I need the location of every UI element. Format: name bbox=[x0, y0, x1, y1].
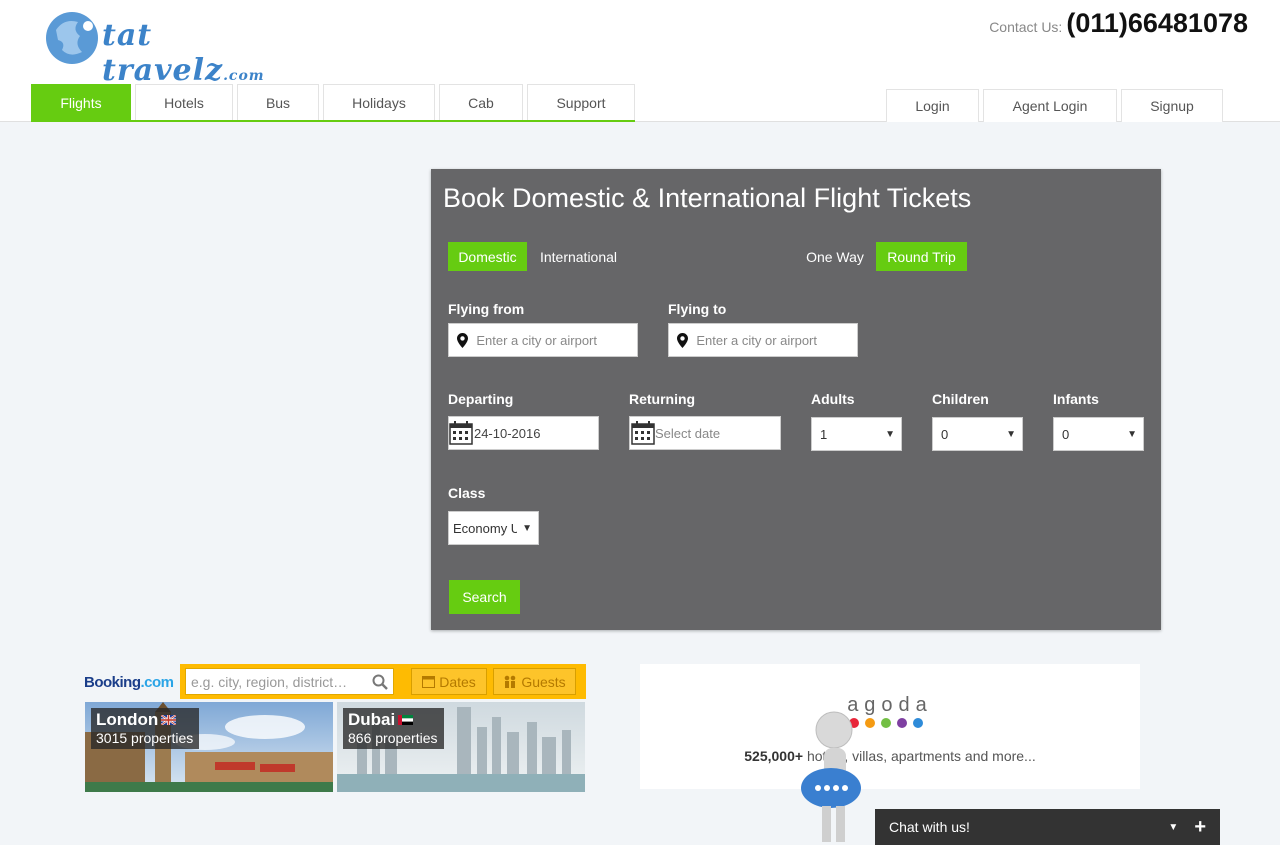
agoda-tagline: 525,000+ hotels, villas, apartments and … bbox=[744, 748, 1036, 764]
flying-to-field[interactable] bbox=[668, 323, 858, 357]
contact-info: Contact Us: (011)66481078 bbox=[989, 8, 1248, 39]
round-trip-toggle[interactable]: Round Trip bbox=[876, 242, 967, 271]
infants-select[interactable]: 0 ▼ bbox=[1053, 417, 1144, 451]
chevron-down-icon[interactable]: ▼ bbox=[1168, 822, 1178, 833]
search-button[interactable]: Search bbox=[449, 580, 520, 614]
destination-info: Dubai 866 properties bbox=[343, 708, 444, 749]
search-title: Book Domestic & International Flight Tic… bbox=[443, 183, 972, 213]
booking-destination-input[interactable]: e.g. city, region, district… bbox=[185, 668, 394, 695]
chat-mascot-icon[interactable] bbox=[800, 708, 866, 845]
adults-value: 1 bbox=[820, 426, 828, 442]
caret-down-icon: ▼ bbox=[522, 522, 532, 534]
flying-from-input[interactable] bbox=[476, 324, 637, 356]
children-value: 0 bbox=[941, 426, 949, 442]
tab-support[interactable]: Support bbox=[527, 84, 635, 120]
booking-placeholder: e.g. city, region, district… bbox=[191, 673, 348, 690]
caret-down-icon: ▼ bbox=[885, 428, 895, 440]
booking-logo[interactable]: Booking.com bbox=[84, 674, 174, 691]
flying-from-field[interactable] bbox=[448, 323, 638, 357]
infants-label: Infants bbox=[1053, 391, 1099, 407]
caret-down-icon: ▼ bbox=[1006, 428, 1016, 440]
destination-city: Dubai bbox=[348, 710, 396, 729]
calendar-icon bbox=[422, 676, 436, 688]
agoda-widget[interactable]: agoda 525,000+ hotels, villas, apartment… bbox=[640, 664, 1140, 789]
booking-guests-button[interactable]: Guests bbox=[493, 668, 576, 695]
tab-bus[interactable]: Bus bbox=[237, 84, 319, 120]
destination-properties: 3015 properties bbox=[96, 730, 194, 746]
signup-button[interactable]: Signup bbox=[1121, 89, 1223, 122]
logo-text: tat travelz.com bbox=[102, 18, 265, 88]
children-select[interactable]: 0 ▼ bbox=[932, 417, 1023, 451]
chat-label: Chat with us! bbox=[889, 819, 970, 835]
domestic-toggle[interactable]: Domestic bbox=[448, 242, 527, 271]
search-icon bbox=[372, 674, 388, 690]
adults-select[interactable]: 1 ▼ bbox=[811, 417, 902, 451]
destination-card-dubai[interactable]: Dubai 866 properties bbox=[337, 702, 585, 792]
agoda-logo: agoda bbox=[847, 694, 933, 716]
booking-search-bar: e.g. city, region, district… Dates Guest… bbox=[180, 664, 586, 699]
destination-info: London 3015 properties bbox=[91, 708, 200, 749]
auth-links: Login Agent Login Signup bbox=[886, 89, 1223, 122]
contact-phone[interactable]: (011)66481078 bbox=[1066, 8, 1248, 39]
children-label: Children bbox=[932, 391, 989, 407]
international-toggle[interactable]: International bbox=[533, 242, 624, 271]
departing-label: Departing bbox=[448, 391, 514, 407]
flying-to-input[interactable] bbox=[696, 324, 857, 356]
destination-properties: 866 properties bbox=[348, 730, 438, 746]
class-select[interactable]: Economy U ▼ bbox=[448, 511, 539, 545]
destination-card-london[interactable]: London 3015 properties bbox=[85, 702, 333, 792]
globe-logo-icon bbox=[46, 12, 98, 64]
plus-icon[interactable]: + bbox=[1194, 817, 1206, 837]
calendar-icon bbox=[630, 421, 655, 445]
adults-label: Adults bbox=[811, 391, 855, 407]
departing-input[interactable] bbox=[473, 417, 598, 449]
returning-label: Returning bbox=[629, 391, 696, 407]
chat-bar[interactable]: Chat with us! ▼ + bbox=[875, 809, 1220, 845]
tab-holidays[interactable]: Holidays bbox=[323, 84, 435, 120]
departing-field[interactable] bbox=[448, 416, 599, 450]
destination-city: London bbox=[96, 710, 159, 729]
one-way-toggle[interactable]: One Way bbox=[799, 242, 871, 271]
class-label: Class bbox=[448, 485, 486, 501]
map-pin-icon bbox=[449, 332, 476, 348]
returning-field[interactable] bbox=[629, 416, 781, 450]
login-button[interactable]: Login bbox=[886, 89, 979, 122]
tab-flights[interactable]: Flights bbox=[31, 84, 131, 120]
main-nav: Flights Hotels Bus Holidays Cab Support bbox=[31, 84, 635, 122]
site-header: tat travelz.com Contact Us: (011)6648107… bbox=[0, 0, 1280, 122]
uae-flag-icon bbox=[398, 715, 414, 725]
flying-to-label: Flying to bbox=[668, 301, 727, 317]
booking-dates-button[interactable]: Dates bbox=[411, 668, 487, 695]
flight-search-panel: Book Domestic & International Flight Tic… bbox=[431, 169, 1161, 630]
map-pin-icon bbox=[669, 332, 696, 348]
site-logo[interactable]: tat travelz.com bbox=[44, 8, 284, 88]
caret-down-icon: ▼ bbox=[1127, 428, 1137, 440]
tab-hotels[interactable]: Hotels bbox=[135, 84, 233, 120]
infants-value: 0 bbox=[1062, 426, 1070, 442]
calendar-icon bbox=[449, 421, 474, 445]
people-icon bbox=[505, 675, 516, 688]
flying-from-label: Flying from bbox=[448, 301, 525, 317]
class-value: Economy U bbox=[453, 520, 517, 536]
contact-label: Contact Us: bbox=[989, 19, 1063, 35]
uk-flag-icon bbox=[161, 715, 177, 725]
returning-input[interactable] bbox=[655, 417, 780, 449]
booking-widget: Booking.com e.g. city, region, district…… bbox=[84, 664, 586, 794]
tab-cab[interactable]: Cab bbox=[439, 84, 523, 120]
agent-login-button[interactable]: Agent Login bbox=[983, 89, 1117, 122]
